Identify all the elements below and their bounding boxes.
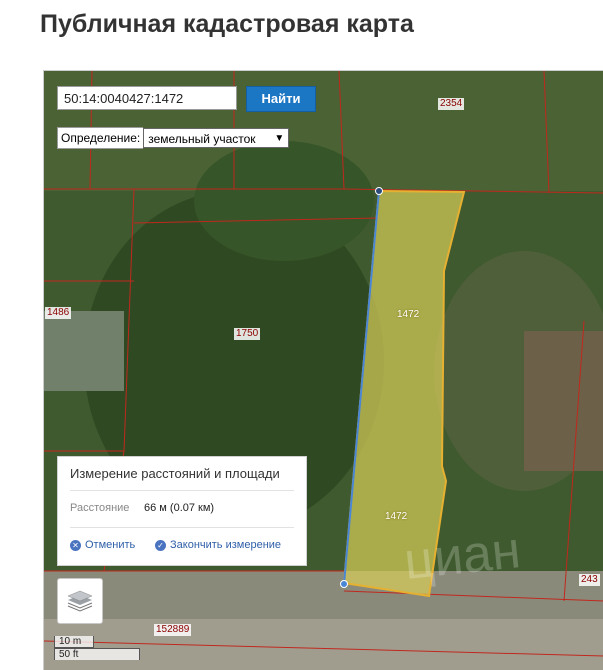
scale-imperial: 50 ft xyxy=(54,648,140,660)
distance-value: 66 м (0.07 км) xyxy=(144,502,215,514)
measurement-panel: Измерение расстояний и площади Расстояни… xyxy=(57,456,307,566)
watermark: циан xyxy=(401,521,524,591)
scale-metric: 10 m xyxy=(54,636,94,648)
page-title: Публичная кадастровая карта xyxy=(40,10,414,38)
definition-select[interactable]: земельный участок ▼ xyxy=(143,128,290,148)
search-button[interactable]: Найти xyxy=(246,86,316,112)
parcel-label-selected[interactable]: 1472 xyxy=(383,511,409,523)
parcel-label[interactable]: 1750 xyxy=(234,328,261,340)
parcel-label[interactable]: 152889 xyxy=(154,624,192,636)
definition-selected-value: земельный участок xyxy=(148,132,256,146)
parcel-label[interactable]: 1486 xyxy=(45,307,72,319)
definition-label: Определение: xyxy=(57,127,144,149)
parcel-label[interactable]: 243 xyxy=(579,574,600,586)
parcel-label[interactable]: 2354 xyxy=(438,98,465,110)
measurement-title: Измерение расстояний и площади xyxy=(70,466,280,481)
finish-label: Закончить измерение xyxy=(170,539,282,551)
chevron-down-icon: ▼ xyxy=(274,133,285,144)
check-icon: ✓ xyxy=(155,539,166,551)
divider xyxy=(70,490,294,491)
map-canvas[interactable]: циан 2354 1486 1750 1472 1472 243 152889… xyxy=(43,70,603,670)
layers-button[interactable] xyxy=(57,578,103,624)
cancel-label: Отменить xyxy=(85,539,136,551)
finish-measurement-button[interactable]: ✓ Закончить измерение xyxy=(155,539,281,551)
parcel-label-selected[interactable]: 1472 xyxy=(395,309,421,321)
divider xyxy=(70,527,294,528)
layers-icon xyxy=(67,590,93,612)
distance-label: Расстояние xyxy=(70,502,130,514)
definition-control: Определение: земельный участок ▼ xyxy=(57,127,290,149)
close-icon: ✕ xyxy=(70,539,81,551)
cancel-measurement-button[interactable]: ✕ Отменить xyxy=(70,539,135,551)
scale-bar: 10 m 50 ft xyxy=(54,636,140,660)
cadastral-search-input[interactable] xyxy=(57,86,237,110)
